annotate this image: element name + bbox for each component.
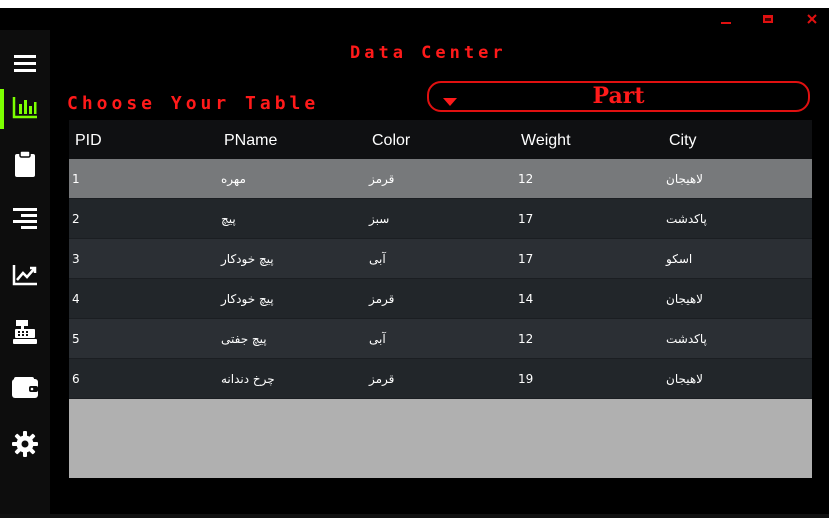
column-header-color[interactable]: Color — [372, 120, 410, 159]
cell-pid: 3 — [72, 252, 80, 266]
cell-city: لاهیجان — [666, 172, 704, 186]
cell-pname: چرخ دندانه — [221, 372, 275, 386]
sidebar-item-settings[interactable] — [0, 426, 50, 466]
sidebar-item-list[interactable] — [0, 201, 50, 241]
cell-weight: 12 — [518, 172, 534, 186]
table-row[interactable]: 5 پیچ جفتی آبی 12 پاکدشت — [69, 319, 812, 359]
table-row[interactable]: 4 پیچ خودکار قرمز 14 لاهیجان — [69, 279, 812, 319]
gear-icon — [12, 431, 38, 461]
column-header-pid[interactable]: PID — [75, 120, 102, 159]
table-select-dropdown[interactable]: Part — [427, 81, 810, 112]
title-bar — [0, 8, 829, 30]
cell-color: قرمز — [369, 372, 395, 386]
sidebar — [0, 30, 50, 518]
column-header-weight[interactable]: Weight — [521, 120, 571, 159]
cell-color: سبز — [369, 212, 390, 226]
align-right-icon — [12, 206, 38, 236]
cell-pid: 6 — [72, 372, 80, 386]
minimize-icon — [720, 13, 732, 25]
column-header-pname[interactable]: PName — [224, 120, 277, 159]
table-header: PID PName Color Weight City — [69, 120, 812, 159]
cell-pname: پیچ جفتی — [221, 332, 267, 346]
cell-weight: 19 — [518, 372, 534, 386]
cell-city: پاکدشت — [666, 212, 707, 226]
close-icon — [806, 13, 818, 25]
cell-pid: 4 — [72, 292, 80, 306]
cell-city: اسکو — [666, 252, 693, 266]
cell-weight: 14 — [518, 292, 534, 306]
cell-pname: پیچ — [221, 212, 236, 226]
cell-pid: 1 — [72, 172, 80, 186]
cell-city: لاهیجان — [666, 372, 704, 386]
sidebar-item-trends[interactable] — [0, 257, 50, 297]
choose-table-label: Choose Your Table — [67, 93, 320, 114]
cell-pname: مهره — [221, 172, 246, 186]
sidebar-item-wallet[interactable] — [0, 370, 50, 410]
table-row[interactable]: 1 مهره قرمز 12 لاهیجان — [69, 159, 812, 199]
main-panel: Data Center Choose Your Table Part PID P… — [50, 30, 829, 518]
cell-pid: 2 — [72, 212, 80, 226]
minimize-button[interactable] — [706, 8, 746, 30]
cell-pid: 5 — [72, 332, 80, 346]
sidebar-item-charts[interactable] — [0, 89, 50, 129]
cell-city: پاکدشت — [666, 332, 707, 346]
maximize-button[interactable] — [748, 8, 788, 30]
cell-pname: پیچ خودکار — [221, 252, 274, 266]
cell-weight: 12 — [518, 332, 534, 346]
close-button[interactable] — [792, 8, 829, 30]
wallet-icon — [11, 376, 39, 404]
clipboard-icon — [13, 150, 37, 182]
cell-city: لاهیجان — [666, 292, 704, 306]
data-table: PID PName Color Weight City 1 مهره قرمز … — [69, 120, 812, 478]
trending-chart-icon — [12, 264, 38, 290]
cell-weight: 17 — [518, 252, 534, 266]
column-header-city[interactable]: City — [669, 120, 697, 159]
cash-register-icon — [12, 319, 38, 349]
cell-color: آبی — [369, 252, 386, 266]
dropdown-selected-value: Part — [592, 83, 645, 109]
sidebar-item-menu[interactable] — [0, 46, 50, 86]
bar-chart-icon — [12, 95, 38, 123]
cell-color: قرمز — [369, 292, 395, 306]
sidebar-item-register[interactable] — [0, 314, 50, 354]
table-row[interactable]: 6 چرخ دندانه قرمز 19 لاهیجان — [69, 359, 812, 399]
maximize-icon — [762, 13, 774, 25]
sidebar-item-clipboard[interactable] — [0, 146, 50, 186]
app-title: Data Center — [350, 43, 507, 63]
cell-pname: پیچ خودکار — [221, 292, 274, 306]
window-bottom-edge — [0, 514, 829, 518]
cell-color: قرمز — [369, 172, 395, 186]
table-row[interactable]: 2 پیچ سبز 17 پاکدشت — [69, 199, 812, 239]
table-row[interactable]: 3 پیچ خودکار آبی 17 اسکو — [69, 239, 812, 279]
menu-icon — [13, 53, 37, 79]
window-top-edge — [0, 0, 829, 8]
cell-weight: 17 — [518, 212, 534, 226]
cell-color: آبی — [369, 332, 386, 346]
